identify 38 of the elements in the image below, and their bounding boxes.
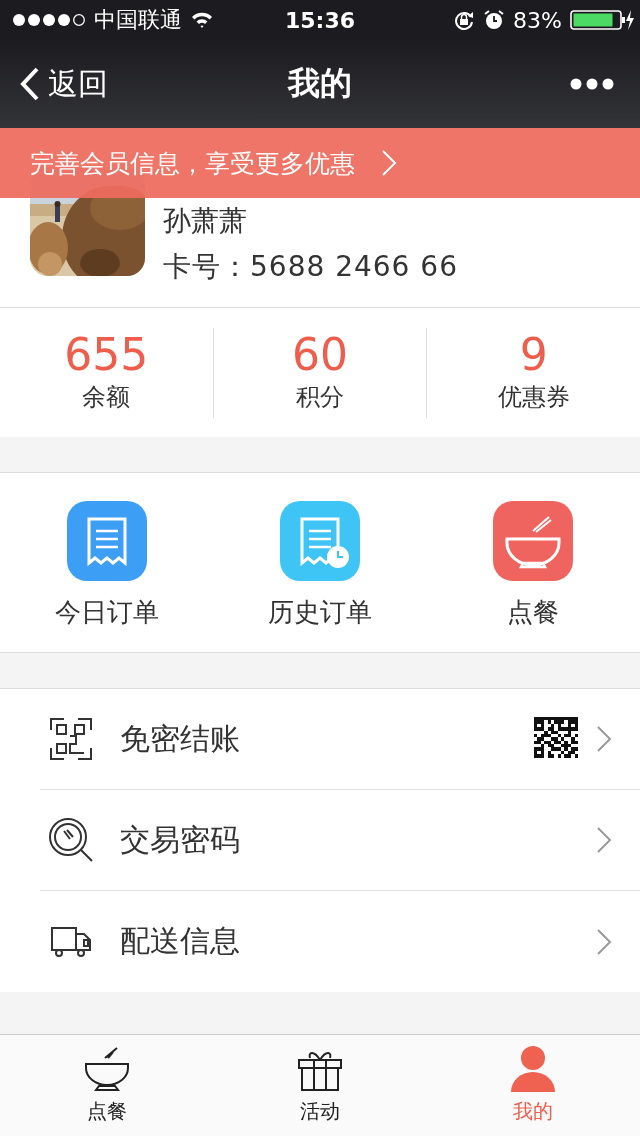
battery-icon [570,9,634,31]
chevron-right-icon [381,149,397,177]
magnifier-icon [48,817,94,863]
menu-item[interactable]: 配送信息 [40,891,640,992]
member-name: 孙萧萧 [163,203,248,239]
stat-value: 655 [64,332,149,377]
stat-label: 余额 [82,381,131,413]
menu-item[interactable]: 免密结账 [40,689,640,790]
shortcut-button[interactable]: 今日订单 [0,473,214,652]
bowl-icon [82,1046,131,1092]
chevron-left-icon [20,67,40,101]
signal-icon [12,13,86,27]
back-button[interactable]: 返回 [20,63,108,105]
carrier-name: 中国联通 [94,6,182,34]
card-number: 卡号：5688 2466 66 [163,249,458,285]
shortcut-button[interactable]: 历史订单 [213,473,427,652]
chevron-right-icon [596,725,612,753]
stat-label: 积分 [296,381,344,413]
page-title: 我的 [288,63,352,104]
alarm-icon [483,9,506,31]
shortcut-button[interactable]: 点餐 [426,473,640,652]
chevron-right-icon [596,826,612,854]
truck-icon [48,925,94,958]
tab-item[interactable]: 活动 [213,1035,427,1136]
battery-percent: 83% [513,7,562,33]
person-icon [509,1046,558,1092]
menu-item[interactable]: 交易密码 [40,790,640,891]
scan-icon [48,718,94,760]
chevron-right-icon [596,927,612,956]
stat-value: 9 [519,332,548,377]
banner-text: 完善会员信息，享受更多优惠 [30,147,355,180]
wifi-icon [190,11,214,29]
more-icon[interactable] [570,78,614,90]
status-time: 15:36 [285,7,355,33]
tab-item[interactable]: 点餐 [0,1035,214,1136]
stat-value: 60 [292,332,348,377]
stat-label: 优惠券 [497,381,570,413]
rotation-lock-icon [453,9,476,31]
